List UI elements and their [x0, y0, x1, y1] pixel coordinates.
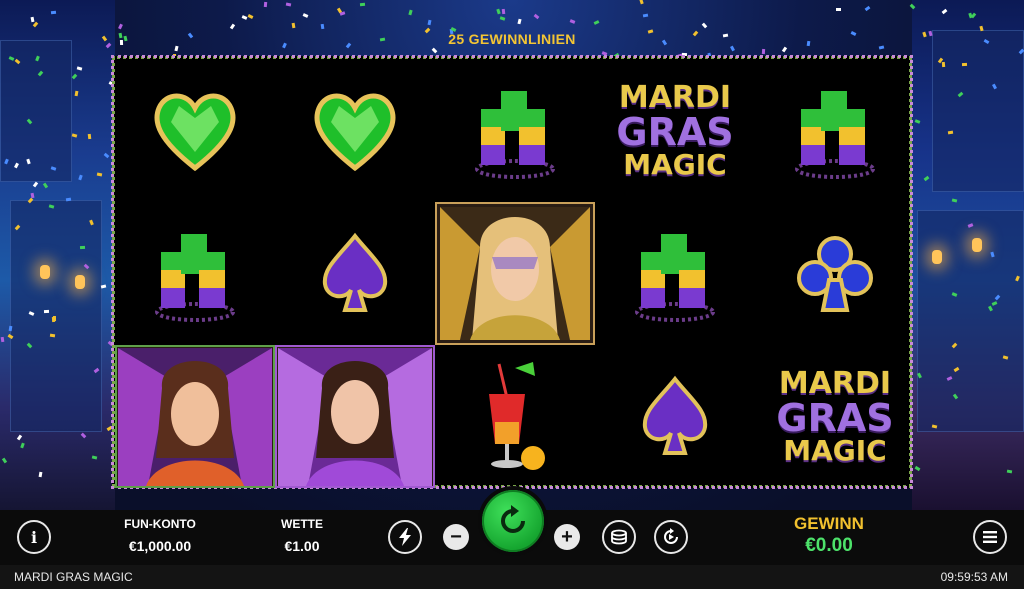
win-value: €0.00 [805, 535, 853, 556]
symbol-cocktail [435, 345, 595, 488]
left-street-background [0, 0, 115, 510]
symbol-purple-spade [275, 202, 435, 345]
info-button[interactable]: i [17, 520, 51, 554]
symbol-shot-glasses [755, 59, 915, 202]
reel-area: MARDI GRAS MAGIC MARDI GRAS MAGIC [111, 55, 915, 489]
win-label: GEWINN [794, 514, 864, 533]
symbol-shot-glasses [435, 59, 595, 202]
coin-value-button[interactable] [602, 520, 636, 554]
game-title: MARDI GRAS MAGIC [14, 570, 133, 584]
clock: 09:59:53 AM [940, 570, 1008, 584]
turbo-button[interactable] [388, 520, 422, 554]
symbol-shot-glasses [595, 202, 755, 345]
coins-icon [611, 529, 627, 545]
symbol-mardi-gras-logo: MARDI GRAS MAGIC [776, 365, 894, 467]
paylines-label: 25 GEWINNLINIEN [448, 31, 576, 47]
right-street-background [912, 0, 1024, 510]
plus-icon: + [561, 526, 573, 548]
symbol-blonde-masked-woman [435, 202, 595, 345]
menu-icon [983, 531, 997, 543]
symbol-shot-glasses [115, 202, 275, 345]
autoplay-icon [664, 528, 678, 544]
symbol-feathered-woman-green [115, 345, 275, 488]
minus-icon: − [450, 526, 462, 548]
info-icon: i [30, 527, 38, 547]
spin-icon [501, 505, 525, 533]
symbol-purple-spade [595, 345, 755, 488]
increase-bet-button[interactable]: + [554, 524, 580, 550]
symbol-mardi-gras-logo: MARDI GRAS MAGIC [616, 79, 734, 181]
symbol-feathered-woman-purple [275, 345, 435, 488]
fun-account-label: FUN-KONTO [124, 517, 196, 531]
spin-button[interactable] [478, 486, 548, 556]
footer: MARDI GRAS MAGIC 09:59:53 AM [0, 565, 1024, 589]
bet-label: WETTE [281, 517, 323, 531]
lightning-icon [399, 528, 411, 546]
symbol-blue-club [755, 202, 915, 345]
symbol-green-heart [275, 59, 435, 202]
autoplay-button[interactable] [654, 520, 688, 554]
bet-value: €1.00 [284, 538, 320, 554]
game-scene: 25 GEWINNLINIEN MARDI GRAS MAGIC MARDI G… [0, 0, 1024, 510]
menu-button[interactable] [973, 520, 1007, 554]
decrease-bet-button[interactable]: − [443, 524, 469, 550]
symbol-green-heart [115, 59, 275, 202]
fun-account-value: €1,000.00 [128, 538, 192, 554]
